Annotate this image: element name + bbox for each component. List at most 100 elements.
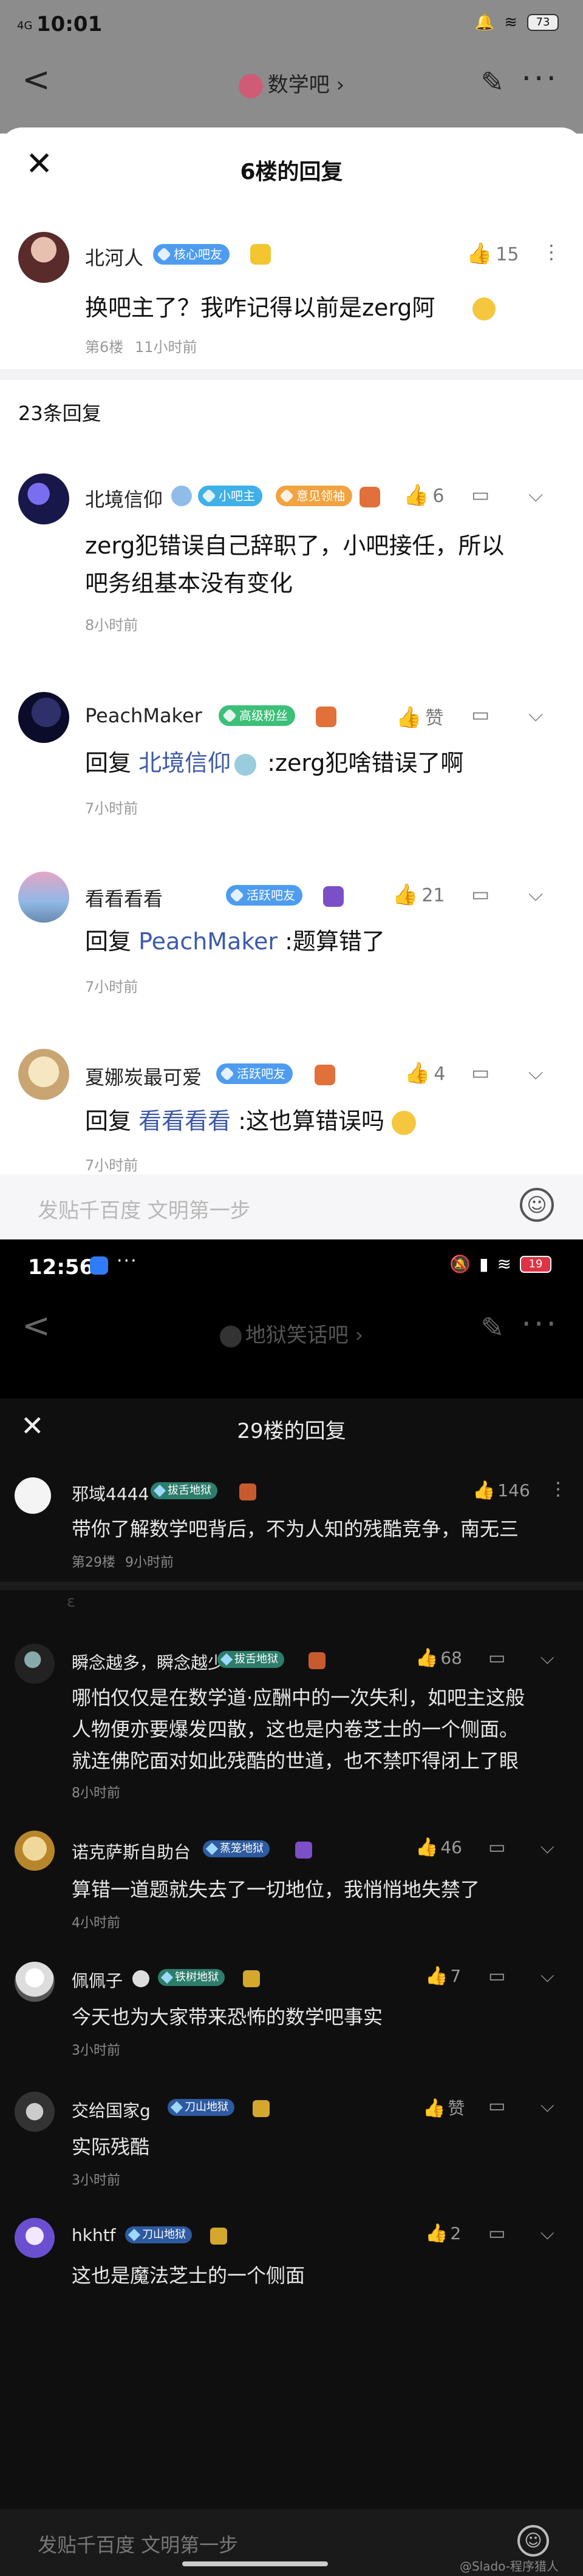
comment-icon[interactable]: ▭ (488, 1965, 505, 1987)
more-icon[interactable]: ··· (521, 61, 559, 97)
avatar[interactable] (18, 473, 69, 524)
username[interactable]: 佩佩子 (72, 1968, 123, 1992)
reply-to-link[interactable]: 北境信仰 (138, 750, 231, 776)
fan-badge-text: 高级粉丝 (239, 708, 288, 723)
home-indicator[interactable] (182, 2561, 328, 2566)
more-options-icon[interactable]: ⌵ (528, 703, 543, 727)
more-options-icon[interactable]: ⌵ (540, 1837, 554, 1858)
like-count: 赞 (448, 2098, 465, 2118)
avatar[interactable] (18, 872, 69, 923)
like-button[interactable]: 👍 6 (403, 483, 444, 507)
more-vert-icon[interactable]: ⋮ (549, 1479, 567, 1500)
edit-icon[interactable]: ✎ (480, 1311, 504, 1344)
username[interactable]: 看看看看 (85, 884, 163, 912)
post-content: 带你了解数学吧背后，不为人知的残酷竞争，南无三 (72, 1517, 519, 1541)
thumb-icon: 👍 (403, 483, 429, 507)
like-button[interactable]: 👍 21 (392, 883, 445, 907)
edit-icon[interactable]: ✎ (480, 66, 504, 98)
like-count: 15 (496, 244, 519, 265)
like-button[interactable]: 👍 46 (415, 1837, 462, 1858)
reply-input[interactable]: 发贴千百度 文明第一步 (38, 2530, 238, 2558)
reply-content-line2: 吧务组基本没有变化 (85, 570, 293, 597)
reply-to-link[interactable]: PeachMaker (138, 928, 278, 955)
more-icon[interactable]: ··· (521, 1306, 559, 1343)
avatar[interactable] (15, 1644, 55, 1684)
hell-badge: 蒸笼地狱 (203, 1840, 270, 1857)
like-button[interactable]: 👍 146 (472, 1480, 530, 1501)
reply-content-line3: 就连佛陀面对如此残酷的世道，也不禁吓得闭上了眼 (72, 1749, 519, 1772)
reply-input-bar[interactable]: 发贴千百度 文明第一步 ☺ (0, 1174, 583, 1239)
gamepad-icon (316, 707, 336, 727)
avatar[interactable] (15, 1477, 51, 1514)
reply-content: 回复 北境信仰 :zerg犯啥错误了啊 (85, 745, 463, 781)
more-options-icon[interactable]: ⌵ (528, 483, 543, 507)
section-divider (0, 1582, 583, 1590)
username[interactable]: 北境信仰 (85, 484, 163, 512)
post-time: 9小时前 (125, 1555, 174, 1570)
forum-avatar (219, 1325, 242, 1347)
comment-icon[interactable]: ▭ (471, 1061, 489, 1084)
username[interactable]: 瞬念越多，瞬念越少 (72, 1650, 225, 1674)
more-vert-icon[interactable]: ⋮ (542, 240, 561, 263)
more-options-icon[interactable]: ⌵ (540, 2223, 554, 2244)
reply-input[interactable]: 发贴千百度 文明第一步 (38, 1194, 251, 1224)
comment-icon[interactable]: ▭ (488, 2095, 505, 2117)
more-options-icon[interactable]: ⌵ (540, 1965, 554, 1987)
collapsed-marker: ɛ (67, 1593, 76, 1611)
like-button[interactable]: 👍 7 (425, 1965, 461, 1987)
comment-icon[interactable]: ▭ (488, 1647, 505, 1669)
mute-icon: 🔕 (449, 1254, 471, 1274)
emoji-picker-icon[interactable]: ☺ (520, 1188, 554, 1222)
like-button[interactable]: 👍 15 (466, 242, 519, 266)
more-options-icon[interactable]: ⌵ (540, 1647, 554, 1669)
more-options-icon[interactable]: ⌵ (528, 883, 543, 906)
avatar[interactable] (15, 1962, 55, 2002)
moderator-badge-text: 小吧主 (219, 489, 255, 503)
avatar[interactable] (18, 692, 69, 743)
hell-badge: 刀山地狱 (125, 2226, 192, 2243)
reply-time: 3小时前 (72, 2043, 120, 2058)
username[interactable]: hkhtf (72, 2225, 116, 2245)
avatar[interactable] (15, 2092, 55, 2132)
username[interactable]: PeachMaker (85, 704, 202, 727)
like-button[interactable]: 👍 赞 (396, 703, 443, 730)
reply-to-link[interactable]: 看看看看 (138, 1108, 231, 1134)
avatar[interactable] (15, 2218, 55, 2258)
thumb-icon: 👍 (415, 1647, 438, 1669)
comment-icon[interactable]: ▭ (471, 883, 489, 906)
medal-icon (250, 244, 271, 265)
emoji-picker-icon[interactable]: ☺ (517, 2525, 549, 2557)
comment-icon[interactable]: ▭ (488, 2223, 505, 2244)
like-button[interactable]: 👍 4 (404, 1061, 445, 1085)
reply-content: 实际残酷 (72, 2135, 150, 2158)
gamepad-icon (309, 1652, 326, 1669)
hell-badge-text: 拔舌地狱 (168, 1484, 211, 1497)
avatar[interactable] (18, 1049, 69, 1100)
comment-icon[interactable]: ▭ (488, 1837, 505, 1858)
reply-sheet: ✕ 6楼的回复 北河人 核心吧友 👍 15 ⋮ 换吧主了？我咋记得以前是zerg阿… (0, 127, 583, 1239)
like-count: 2 (450, 2223, 462, 2243)
like-button[interactable]: 👍 2 (425, 2223, 461, 2244)
top-nav: < 地狱笑话吧 › ✎ ··· (0, 1306, 583, 1361)
reply-time: 7小时前 (85, 978, 138, 995)
avatar[interactable] (15, 1831, 55, 1871)
comment-icon[interactable]: ▭ (471, 483, 489, 506)
hell-badge-text: 拔舌地狱 (234, 1653, 278, 1666)
avatar[interactable] (18, 232, 69, 283)
more-options-icon[interactable]: ⌵ (528, 1061, 543, 1085)
username[interactable]: 诺克萨斯自助台 (72, 1839, 191, 1863)
like-count: 7 (450, 1966, 462, 1986)
username[interactable]: 邪域4444 (72, 1481, 149, 1505)
more-options-icon[interactable]: ⌵ (540, 2095, 554, 2117)
reply-time: 7小时前 (85, 1157, 138, 1174)
reply-time: 7小时前 (85, 800, 138, 817)
sheet-header: ✕ 29楼的回复 (0, 1398, 583, 1460)
like-button[interactable]: 👍 68 (415, 1647, 462, 1669)
username[interactable]: 交给国家g (72, 2098, 151, 2122)
hell-badge: 拔舌地狱 (151, 1482, 217, 1499)
comment-icon[interactable]: ▭ (471, 703, 489, 726)
username[interactable]: 北河人 (85, 243, 143, 271)
username[interactable]: 夏娜炭最可爱 (85, 1062, 202, 1090)
like-button[interactable]: 👍 赞 (423, 2095, 465, 2120)
thumb-icon: 👍 (425, 2223, 448, 2244)
